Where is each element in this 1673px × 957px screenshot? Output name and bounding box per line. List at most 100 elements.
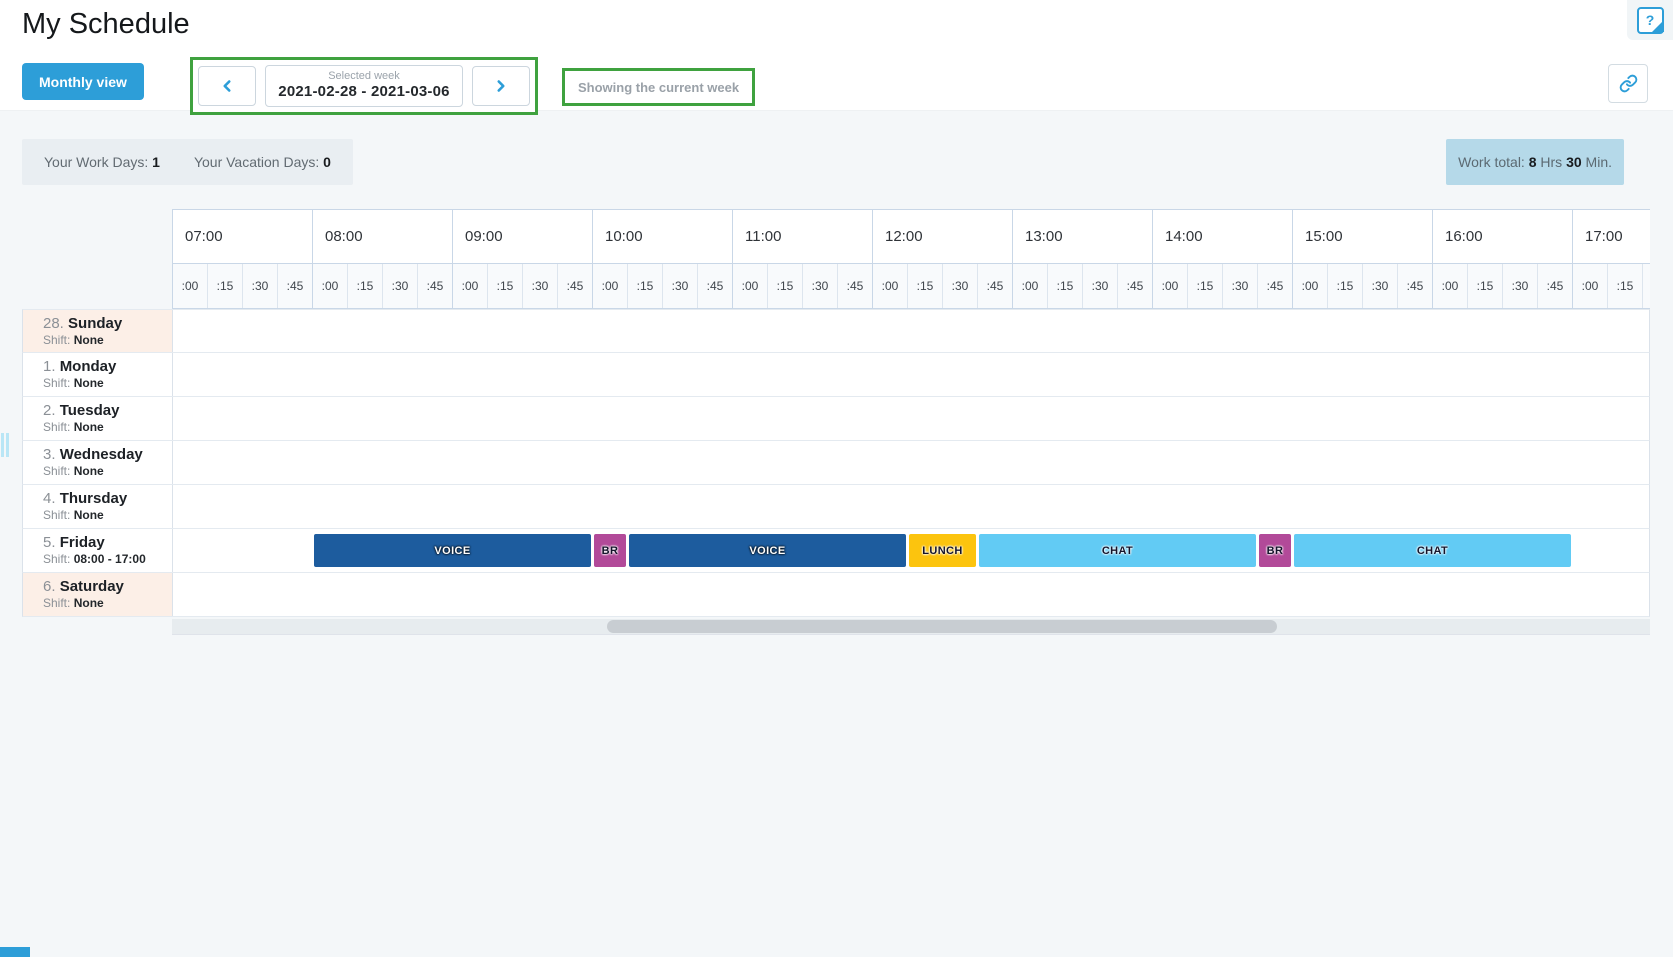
quarter-header-cell: :30: [1362, 264, 1397, 308]
horizontal-scrollbar-track[interactable]: [172, 619, 1650, 635]
quarter-header-cell: :45: [697, 264, 732, 308]
hour-header-cell: 11:00: [732, 210, 872, 263]
quarter-header-cell: :00: [1012, 264, 1047, 308]
quarter-header-cell: :45: [837, 264, 872, 308]
schedule-block-lunch[interactable]: LUNCH: [909, 534, 976, 567]
quarter-header-cell: :45: [1117, 264, 1152, 308]
day-label: 28. SundayShift: None: [23, 310, 173, 352]
quarter-header-cell: :30: [382, 264, 417, 308]
my-schedule-page: My Schedule Monthly view Selected week 2…: [0, 0, 1673, 957]
quarter-header-cell: :15: [1467, 264, 1502, 308]
day-label: 1. MondayShift: None: [23, 353, 173, 396]
quarter-header-cell: :15: [1187, 264, 1222, 308]
quarter-header-cell: :45: [1397, 264, 1432, 308]
help-button[interactable]: ?: [1627, 0, 1673, 40]
day-timeline: [173, 310, 1649, 352]
quarter-header-cell: :30: [1222, 264, 1257, 308]
quarter-header-cell: :00: [1152, 264, 1187, 308]
day-row-friday[interactable]: 5. FridayShift: 08:00 - 17:00VOICEBRVOIC…: [22, 529, 1650, 573]
day-rows: 28. SundayShift: None1. MondayShift: Non…: [22, 309, 1650, 617]
quarter-header-cell: :45: [277, 264, 312, 308]
bottom-corner-strip: [0, 947, 30, 957]
week-navigation: Selected week 2021-02-28 - 2021-03-06: [190, 57, 538, 115]
vacation-days-stat: Your Vacation Days: 0: [194, 154, 331, 170]
quarter-header-cell: :30: [522, 264, 557, 308]
quarter-header-cell: :45: [417, 264, 452, 308]
schedule-block-br[interactable]: BR: [1259, 534, 1291, 567]
schedule-block-voice[interactable]: VOICE: [629, 534, 906, 567]
help-icon: ?: [1637, 7, 1664, 34]
schedule-block-chat[interactable]: CHAT: [979, 534, 1256, 567]
chevron-right-icon: [492, 77, 510, 95]
quarter-header-cell: :15: [1607, 264, 1642, 308]
day-row-sunday[interactable]: 28. SundayShift: None: [22, 309, 1650, 353]
hour-header-cell: 10:00: [592, 210, 732, 263]
quarter-header-cell: :30: [1502, 264, 1537, 308]
day-row-thursday[interactable]: 4. ThursdayShift: None: [22, 485, 1650, 529]
timeline-header: 07:0008:0009:0010:0011:0012:0013:0014:00…: [172, 209, 1650, 309]
day-row-monday[interactable]: 1. MondayShift: None: [22, 353, 1650, 397]
hour-header-cell: 12:00: [872, 210, 1012, 263]
quarter-header-cell: :00: [312, 264, 347, 308]
link-icon: [1619, 74, 1638, 93]
hour-header-cell: 14:00: [1152, 210, 1292, 263]
quarter-header-cell: :00: [1292, 264, 1327, 308]
schedule-block-br[interactable]: BR: [594, 534, 626, 567]
day-label: 2. TuesdayShift: None: [23, 397, 173, 440]
copy-link-button[interactable]: [1608, 64, 1648, 103]
quarter-header-cell: :30: [802, 264, 837, 308]
quarter-header-cell: :15: [767, 264, 802, 308]
quarter-header-cell: :00: [452, 264, 487, 308]
schedule-grid: 07:0008:0009:0010:0011:0012:0013:0014:00…: [22, 209, 1650, 617]
schedule-block-voice[interactable]: VOICE: [314, 534, 591, 567]
hour-header-cell: 07:00: [172, 210, 312, 263]
hour-header-cell: 17:00: [1572, 210, 1650, 263]
quarter-header-cell: :15: [207, 264, 242, 308]
monthly-view-button[interactable]: Monthly view: [22, 63, 144, 100]
quarter-header-cell: :00: [592, 264, 627, 308]
quarter-header-cell: :30: [1082, 264, 1117, 308]
horizontal-scrollbar-thumb[interactable]: [607, 620, 1277, 633]
quarter-header-cell: :00: [172, 264, 207, 308]
day-row-tuesday[interactable]: 2. TuesdayShift: None: [22, 397, 1650, 441]
day-row-wednesday[interactable]: 3. WednesdayShift: None: [22, 441, 1650, 485]
schedule-block-chat[interactable]: CHAT: [1294, 534, 1571, 567]
next-week-button[interactable]: [472, 66, 530, 106]
quarter-header-cell: :00: [872, 264, 907, 308]
quarter-header-cell: :00: [732, 264, 767, 308]
day-row-saturday[interactable]: 6. SaturdayShift: None: [22, 573, 1650, 617]
work-days-stat: Your Work Days: 1: [44, 154, 160, 170]
quarter-header-cell: :45: [1537, 264, 1572, 308]
day-timeline: [173, 573, 1649, 616]
hour-header-cell: 08:00: [312, 210, 452, 263]
day-timeline: VOICEBRVOICELUNCHCHATBRCHAT: [173, 529, 1649, 572]
selected-week-display: Selected week 2021-02-28 - 2021-03-06: [265, 65, 463, 107]
quarter-header-cell: :30: [942, 264, 977, 308]
selected-week-label: Selected week: [266, 70, 462, 82]
stats-bar: Your Work Days: 1 Your Vacation Days: 0: [22, 139, 353, 185]
quarter-header-cell: :00: [1572, 264, 1607, 308]
day-timeline: [173, 485, 1649, 528]
quarter-header-cell: :15: [627, 264, 662, 308]
quarter-header-cell: :15: [487, 264, 522, 308]
quarter-header-cell: :30: [1642, 264, 1650, 308]
hour-header-cell: 13:00: [1012, 210, 1152, 263]
day-timeline: [173, 397, 1649, 440]
quarter-header-row: :00:15:30:45:00:15:30:45:00:15:30:45:00:…: [172, 263, 1650, 309]
chevron-left-icon: [218, 77, 236, 95]
page-title: My Schedule: [22, 8, 190, 41]
quarter-header-cell: :30: [662, 264, 697, 308]
quarter-header-cell: :00: [1432, 264, 1467, 308]
hour-header-cell: 09:00: [452, 210, 592, 263]
side-panel-handle[interactable]: [1, 433, 9, 457]
quarter-header-cell: :15: [1047, 264, 1082, 308]
current-week-indicator: Showing the current week: [562, 68, 755, 106]
hour-header-cell: 15:00: [1292, 210, 1432, 263]
hour-header-cell: 16:00: [1432, 210, 1572, 263]
work-total-badge: Work total: 8 Hrs 30 Min.: [1446, 139, 1624, 185]
day-label: 5. FridayShift: 08:00 - 17:00: [23, 529, 173, 572]
previous-week-button[interactable]: [198, 66, 256, 106]
quarter-header-cell: :15: [907, 264, 942, 308]
day-timeline: [173, 441, 1649, 484]
quarter-header-cell: :45: [977, 264, 1012, 308]
